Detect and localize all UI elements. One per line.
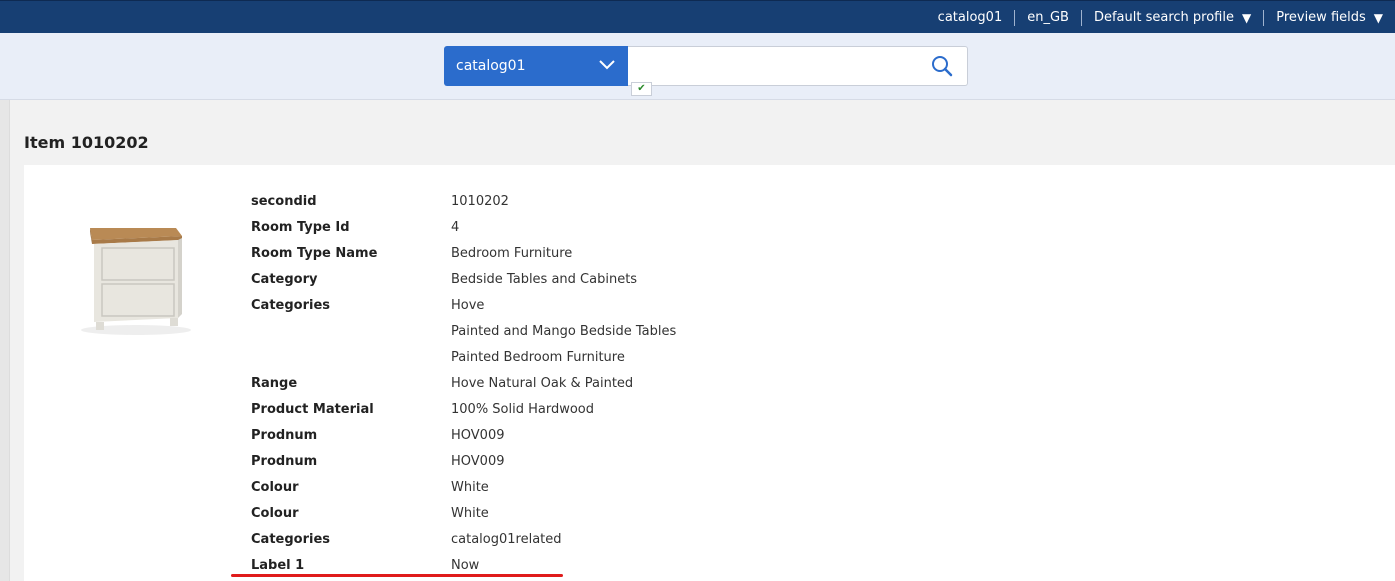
field-value: 4 <box>451 220 460 235</box>
field-label: Category <box>251 272 318 287</box>
search-box <box>628 46 968 86</box>
field-value: 100% Solid Hardwood <box>451 402 595 417</box>
item-detail-card: secondid 1010202 Room Type Id 4 Room Type … <box>24 165 1395 581</box>
field-value: catalog01related <box>451 532 562 547</box>
field-label: Prodnum <box>251 454 318 469</box>
caret-down-icon: ▼ <box>1241 10 1252 25</box>
catalog-select-label: catalog01 <box>456 58 526 74</box>
locale-menu-label: en_GB <box>1027 10 1069 25</box>
field-label: Product Material <box>251 402 374 417</box>
field-value: HOV009 <box>451 454 505 469</box>
chevron-down-icon <box>599 60 615 70</box>
check-icon[interactable]: ✔ <box>631 82 652 96</box>
field-label: Categories <box>251 532 331 547</box>
topbar-menu: catalog01 en_GB Default search profile ▼… <box>926 1 1395 34</box>
field-label: secondid <box>251 194 317 209</box>
field-label: Range <box>251 376 298 391</box>
field-value: Hove <box>451 298 485 313</box>
search-icon[interactable] <box>931 55 953 77</box>
field-value: Bedroom Furniture <box>451 246 573 261</box>
page-title: Item 1010202 <box>24 133 149 152</box>
field-value: White <box>451 506 489 521</box>
field-label: Colour <box>251 506 299 521</box>
catalog-menu-label: catalog01 <box>937 10 1003 25</box>
field-value: Painted Bedroom Furniture <box>451 350 625 365</box>
search-profile-dropdown[interactable]: Default search profile ▼ <box>1082 10 1263 26</box>
field-label: Room Type Name <box>251 246 378 261</box>
caret-down-icon: ▼ <box>1373 10 1383 25</box>
search-profile-label: Default search profile <box>1093 10 1234 25</box>
search-input[interactable] <box>628 47 938 85</box>
locale-menu[interactable]: en_GB <box>1015 10 1081 26</box>
top-navigation-bar: catalog01 en_GB Default search profile ▼… <box>0 0 1395 33</box>
search-band: catalog01 ✔ <box>0 33 1395 100</box>
field-value: White <box>451 480 489 495</box>
preview-fields-label: Preview fields <box>1276 10 1366 25</box>
catalog-menu[interactable]: catalog01 <box>926 10 1015 26</box>
field-label: Prodnum <box>251 428 318 443</box>
field-value: Hove Natural Oak & Painted <box>451 376 634 391</box>
left-panel-edge <box>0 100 10 581</box>
field-value: Painted and Mango Bedside Tables <box>451 324 677 339</box>
field-value: 1010202 <box>451 194 509 209</box>
field-value: Bedside Tables and Cabinets <box>451 272 638 287</box>
bedside-cabinet-image <box>81 228 191 335</box>
catalog-select[interactable]: catalog01 <box>444 46 628 86</box>
field-label: Room Type Id <box>251 220 350 235</box>
field-label: Categories <box>251 298 331 313</box>
highlight-underline <box>231 574 563 577</box>
preview-fields-dropdown[interactable]: Preview fields ▼ <box>1264 10 1395 26</box>
field-label: Colour <box>251 480 299 495</box>
field-value: HOV009 <box>451 428 505 443</box>
